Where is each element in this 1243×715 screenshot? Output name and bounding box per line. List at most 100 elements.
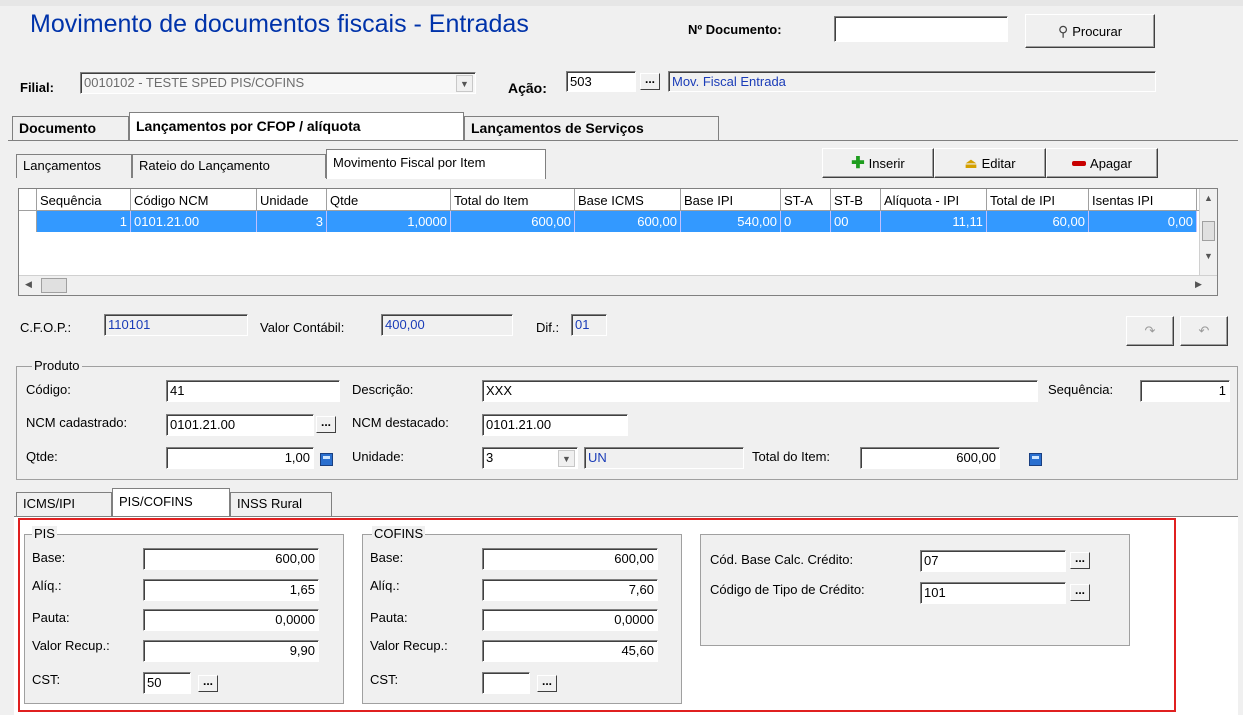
tab-documento[interactable]: Documento [12,116,129,140]
pis-cst-input[interactable]: 50 [143,672,191,694]
pis-cst-lookup-button[interactable]: ... [198,675,218,692]
cell-unidade[interactable]: 3 [257,211,327,232]
doc-number-input[interactable] [834,16,1008,42]
cofins-recup-input[interactable]: 45,60 [482,640,658,662]
subtab-rateio[interactable]: Rateio do Lançamento [132,154,326,178]
calculator-icon[interactable] [1028,453,1042,467]
filial-dropdown-icon[interactable]: ▼ [456,75,473,92]
pis-base-input[interactable]: 600,00 [143,548,319,570]
scroll-left-icon[interactable]: ◀ [25,279,32,290]
col-header-st-a[interactable]: ST-A [781,189,831,211]
scroll-thumb[interactable] [1202,221,1215,241]
cell-st-a[interactable]: 0 [781,211,831,232]
tab-lancamentos-servicos[interactable]: Lançamentos de Serviços [464,116,719,140]
cell-codigo-ncm[interactable]: 0101.21.00 [131,211,257,232]
ncm-destacado-label: NCM destacado: [352,415,449,430]
edit-label: Editar [981,155,1016,171]
col-header-total-ipi[interactable]: Total de IPI [987,189,1089,211]
cell-aliquota-ipi[interactable]: 11,11 [881,211,987,232]
cell-base-icms[interactable]: 600,00 [575,211,681,232]
total-item-label: Total do Item: [752,449,831,464]
top-strip [0,0,1243,6]
row-indicator[interactable] [19,211,37,232]
produto-group-label: Produto [32,358,82,373]
cofins-base-input[interactable]: 600,00 [482,548,658,570]
cofins-pauta-input[interactable]: 0,0000 [482,609,658,631]
col-header-total-item[interactable]: Total do Item [451,189,575,211]
calculator-icon[interactable] [320,453,333,467]
tab-inss-rural[interactable]: INSS Rural [230,492,332,516]
search-button[interactable]: ⚲ Procurar [1025,14,1155,48]
grid-indicator-header [19,189,37,211]
cell-qtde[interactable]: 1,0000 [327,211,451,232]
subtab-lancamentos[interactable]: Lançamentos [16,154,132,178]
eject-icon: ⏏ [964,154,978,171]
tipo-credito-input[interactable]: 101 [920,582,1066,604]
cell-total-item[interactable]: 600,00 [451,211,575,232]
cofins-cst-input[interactable] [482,672,530,694]
col-header-aliquota-ipi[interactable]: Alíquota - IPI [881,189,987,211]
acao-code-input[interactable]: 503 [566,71,636,92]
pis-aliq-input[interactable]: 1,65 [143,579,319,601]
unidade-dropdown-icon[interactable]: ▼ [558,450,575,467]
cofins-pauta-label: Pauta: [370,610,408,625]
grid-vertical-scrollbar[interactable]: ▲ ▼ [1199,189,1217,275]
col-header-sequencia[interactable]: Sequência [37,189,131,211]
pis-pauta-input[interactable]: 0,0000 [143,609,319,631]
minus-icon [1072,160,1087,166]
undo-button[interactable]: ↶ [1180,316,1228,346]
cofins-cst-label: CST: [370,672,399,687]
col-header-base-ipi[interactable]: Base IPI [681,189,781,211]
filial-select[interactable]: 0010102 - TESTE SPED PIS/COFINS [80,72,476,94]
cell-base-ipi[interactable]: 540,00 [681,211,781,232]
col-header-unidade[interactable]: Unidade [257,189,327,211]
descricao-input[interactable]: XXX [482,380,1038,402]
col-header-base-icms[interactable]: Base ICMS [575,189,681,211]
window-title: Movimento de documentos fiscais - Entrad… [30,10,529,38]
cofins-aliq-input[interactable]: 7,60 [482,579,658,601]
col-header-qtde[interactable]: Qtde [327,189,451,211]
cofins-base-label: Base: [370,550,404,565]
items-grid[interactable]: Sequência Código NCM Unidade Qtde Total … [18,188,1218,296]
sequencia-input[interactable]: 1 [1140,380,1230,402]
base-calc-credito-input[interactable]: 07 [920,550,1066,572]
col-header-st-b[interactable]: ST-B [831,189,881,211]
pis-recup-input[interactable]: 9,90 [143,640,319,662]
ncm-cadastrado-input[interactable]: 0101.21.00 [166,414,314,436]
qtde-input[interactable]: 1,00 [166,447,314,469]
scroll-up-icon[interactable]: ▲ [1204,193,1213,203]
base-calc-credito-label: Cód. Base Calc. Crédito: [710,552,854,567]
redo-icon: ↷ [1144,323,1156,338]
cofins-cst-lookup-button[interactable]: ... [537,675,557,692]
cell-sequencia[interactable]: 1 [37,211,131,232]
dif-label: Dif.: [536,320,560,335]
col-header-codigo-ncm[interactable]: Código NCM [131,189,257,211]
redo-button[interactable]: ↷ [1126,316,1174,346]
grid-horizontal-scrollbar[interactable]: ◀ ▶ [19,275,1217,295]
tipo-credito-lookup-button[interactable]: ... [1070,584,1090,601]
cell-isentas-ipi[interactable]: 0,00 [1089,211,1197,232]
tab-pis-cofins[interactable]: PIS/COFINS [112,488,230,517]
scroll-down-icon[interactable]: ▼ [1204,251,1213,261]
total-item-input[interactable]: 600,00 [860,447,1000,469]
h-scroll-thumb[interactable] [41,278,67,293]
ncm-lookup-button[interactable]: ... [316,416,336,433]
ncm-destacado-input[interactable]: 0101.21.00 [482,414,628,436]
edit-button[interactable]: ⏏ Editar [934,148,1046,178]
subtab-movimento-item[interactable]: Movimento Fiscal por Item [326,149,546,179]
tab-icms-ipi[interactable]: ICMS/IPI [16,492,112,516]
scroll-right-icon[interactable]: ▶ [1195,279,1202,290]
acao-lookup-button[interactable]: ... [640,73,660,90]
insert-button[interactable]: ✚ Inserir [822,148,934,178]
cell-total-ipi[interactable]: 60,00 [987,211,1089,232]
base-calc-lookup-button[interactable]: ... [1070,552,1090,569]
cofins-aliq-label: Alíq.: [370,578,400,593]
tab-lancamentos-cfop[interactable]: Lançamentos por CFOP / alíquota [129,112,464,141]
codigo-input[interactable]: 41 [166,380,340,402]
acao-label: Ação: [508,80,547,96]
col-header-isentas-ipi[interactable]: Isentas IPI [1089,189,1197,211]
cell-st-b[interactable]: 00 [831,211,881,232]
unidade-label: Unidade: [352,449,405,464]
delete-button[interactable]: Apagar [1046,148,1158,178]
insert-label: Inserir [868,155,905,171]
